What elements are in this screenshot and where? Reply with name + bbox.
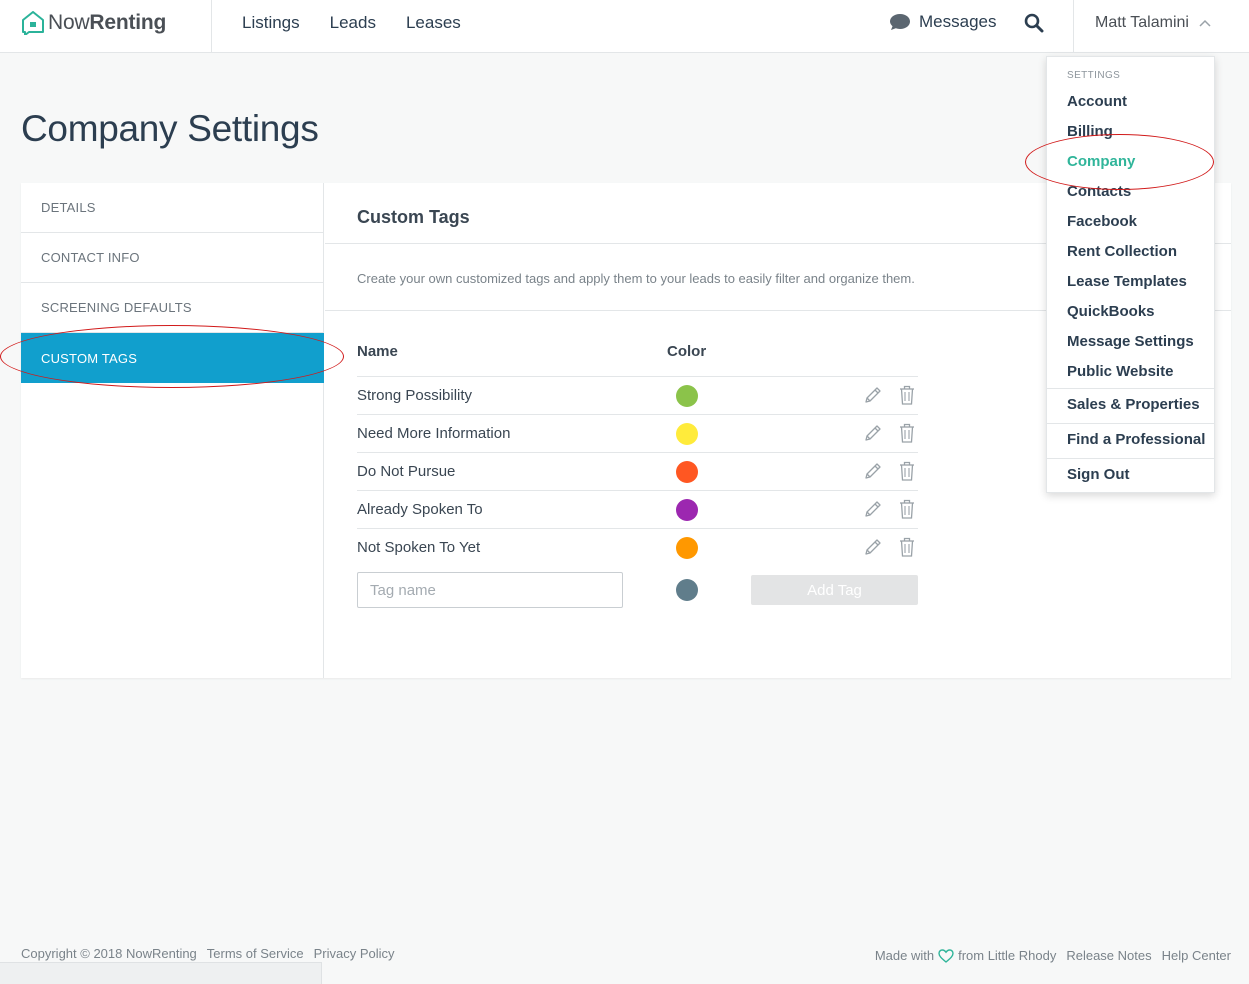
dropdown-heading: SETTINGS: [1067, 70, 1121, 81]
tag-color-dot: [676, 537, 698, 559]
top-navbar: NowRenting Listings Leads Leases Message…: [0, 0, 1249, 53]
house-chat-logo-icon: [22, 11, 44, 35]
dropdown-item-account[interactable]: Account: [1067, 93, 1127, 110]
copyright-text: Copyright © 2018 NowRenting: [21, 946, 197, 961]
sidebar-item-label: SCREENING DEFAULTS: [41, 300, 192, 315]
trash-icon[interactable]: [898, 460, 916, 482]
tag-row: Not Spoken To Yet: [357, 528, 918, 566]
pencil-icon[interactable]: [863, 423, 883, 443]
pencil-icon[interactable]: [863, 385, 883, 405]
trash-icon[interactable]: [898, 498, 916, 520]
dropdown-item-contacts[interactable]: Contacts: [1067, 183, 1131, 200]
panel-title: Custom Tags: [357, 207, 470, 227]
settings-sidebar: DETAILS CONTACT INFO SCREENING DEFAULTS …: [21, 183, 324, 678]
chevron-up-icon: [1199, 19, 1211, 27]
tag-color-dot: [676, 461, 698, 483]
dropdown-item-rent-collection[interactable]: Rent Collection: [1067, 243, 1177, 260]
pencil-icon[interactable]: [863, 537, 883, 557]
pencil-icon[interactable]: [863, 499, 883, 519]
terms-link[interactable]: Terms of Service: [207, 946, 304, 961]
dropdown-item-lease-templates[interactable]: Lease Templates: [1067, 273, 1187, 290]
release-notes-link[interactable]: Release Notes: [1066, 948, 1151, 963]
footer-right: Made with from Little Rhody Release Note…: [875, 948, 1231, 963]
sidebar-item-contact-info[interactable]: CONTACT INFO: [21, 233, 324, 283]
chat-bubble-icon: [890, 14, 910, 30]
tag-row: Already Spoken To: [357, 490, 918, 528]
trash-icon[interactable]: [898, 422, 916, 444]
trash-icon[interactable]: [898, 536, 916, 558]
dropdown-item-billing[interactable]: Billing: [1067, 123, 1113, 140]
dropdown-divider: [1047, 458, 1214, 459]
page-title: Company Settings: [21, 108, 319, 149]
pencil-icon[interactable]: [863, 461, 883, 481]
search-icon[interactable]: [1024, 13, 1044, 33]
sidebar-item-screening-defaults[interactable]: SCREENING DEFAULTS: [21, 283, 324, 333]
user-menu-toggle[interactable]: Matt Talamini: [1095, 14, 1211, 32]
bottom-strip: [0, 962, 322, 984]
dropdown-divider: [1047, 423, 1214, 424]
panel-description: Create your own customized tags and appl…: [357, 271, 915, 286]
tag-name-input[interactable]: [357, 572, 623, 608]
tag-name: Strong Possibility: [357, 387, 473, 404]
tag-row: Do Not Pursue: [357, 452, 918, 490]
dropdown-divider: [1047, 388, 1214, 389]
add-tag-button[interactable]: Add Tag: [751, 575, 918, 605]
logo-text: NowRenting: [48, 11, 167, 34]
nav-listings[interactable]: Listings: [242, 13, 300, 33]
from-text: from Little Rhody: [958, 948, 1057, 963]
tag-row: Need More Information: [357, 414, 918, 452]
tag-color-dot: [676, 499, 698, 521]
settings-dropdown: SETTINGS Account Billing Company Contact…: [1046, 56, 1215, 493]
sidebar-item-details[interactable]: DETAILS: [21, 183, 324, 233]
messages-link[interactable]: Messages: [889, 12, 996, 32]
tag-color-dot: [676, 385, 698, 407]
sidebar-item-label: CUSTOM TAGS: [41, 350, 138, 366]
logo[interactable]: NowRenting: [22, 10, 166, 36]
nav-leads[interactable]: Leads: [330, 13, 376, 33]
dropdown-item-public-website[interactable]: Public Website: [1067, 363, 1173, 380]
tag-name: Not Spoken To Yet: [357, 539, 481, 556]
trash-icon[interactable]: [898, 384, 916, 406]
tag-color-dot: [676, 423, 698, 445]
heart-icon: [938, 948, 954, 963]
tag-name: Need More Information: [357, 425, 511, 442]
user-name: Matt Talamini: [1095, 14, 1189, 31]
sidebar-item-custom-tags[interactable]: CUSTOM TAGS: [21, 333, 324, 383]
dropdown-item-company[interactable]: Company: [1067, 153, 1135, 170]
new-tag-color-picker[interactable]: [676, 579, 698, 601]
tag-name: Do Not Pursue: [357, 463, 456, 480]
messages-label: Messages: [919, 12, 997, 31]
footer-left: Copyright © 2018 NowRenting Terms of Ser…: [21, 946, 405, 961]
dropdown-item-quickbooks[interactable]: QuickBooks: [1067, 303, 1155, 320]
nav-leases[interactable]: Leases: [406, 13, 461, 33]
help-center-link[interactable]: Help Center: [1162, 948, 1231, 963]
user-divider: [1073, 0, 1074, 53]
tag-row: Strong Possibility: [357, 376, 918, 414]
column-header-name: Name: [357, 343, 398, 360]
sidebar-item-label: CONTACT INFO: [41, 250, 140, 265]
logo-divider: [211, 0, 212, 53]
made-with-text: Made with: [874, 948, 935, 963]
dropdown-item-sales-properties[interactable]: Sales & Properties: [1067, 396, 1200, 413]
dropdown-item-sign-out[interactable]: Sign Out: [1067, 466, 1130, 483]
privacy-link[interactable]: Privacy Policy: [314, 946, 395, 961]
dropdown-item-message-settings[interactable]: Message Settings: [1067, 333, 1194, 350]
dropdown-item-facebook[interactable]: Facebook: [1067, 213, 1137, 230]
main-nav: Listings Leads Leases: [242, 0, 491, 46]
dropdown-item-find-professional[interactable]: Find a Professional: [1067, 431, 1205, 448]
sidebar-item-label: DETAILS: [41, 200, 96, 215]
tag-name: Already Spoken To: [357, 501, 483, 518]
column-header-color: Color: [667, 343, 707, 360]
